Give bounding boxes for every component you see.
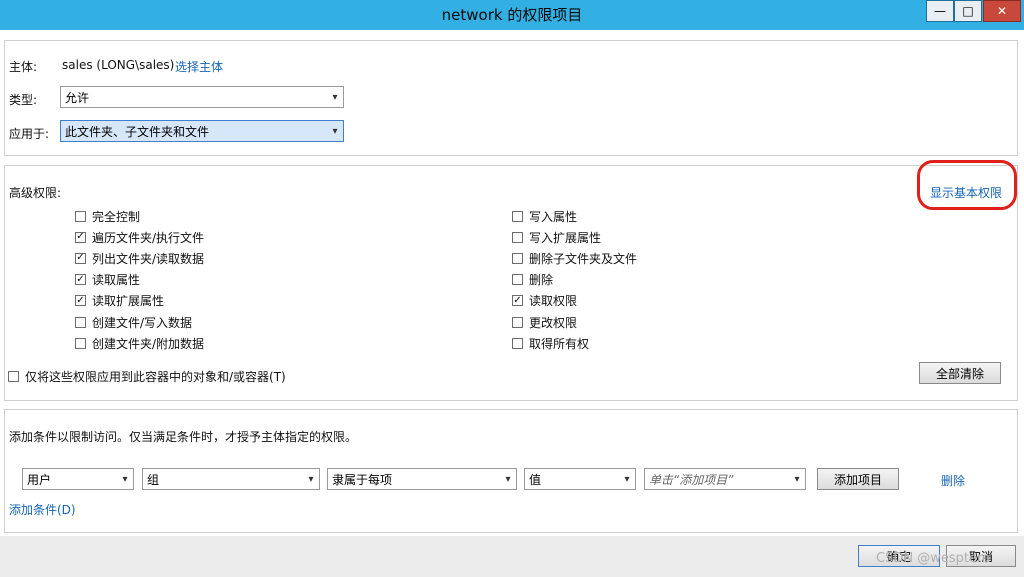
principal-label: 主体: — [9, 60, 38, 74]
permission-row[interactable]: ✓ 读取扩展属性 — [75, 292, 164, 310]
permission-row[interactable]: 删除 — [512, 271, 553, 289]
permission-checkbox[interactable] — [512, 316, 523, 328]
permission-checkbox[interactable] — [512, 252, 523, 264]
permission-checkbox[interactable] — [75, 316, 86, 328]
chevron-down-icon: ▾ — [624, 473, 630, 485]
permission-checkbox[interactable]: ✓ — [75, 274, 86, 286]
chevron-down-icon: ▾ — [122, 473, 128, 485]
permission-checkbox[interactable] — [512, 231, 523, 243]
applies-to-select-value: 此文件夹、子文件夹和文件 — [65, 124, 210, 139]
applies-to-label: 应用于: — [9, 127, 50, 141]
value-select-value: 值 — [529, 472, 542, 487]
permission-checkbox[interactable]: ✓ — [75, 252, 86, 264]
operator-select-value: 隶属于每项 — [332, 472, 393, 487]
window-title: network 的权限项目 — [441, 6, 583, 24]
permission-checkbox[interactable] — [75, 210, 86, 222]
delete-condition-link[interactable]: 删除 — [941, 472, 965, 489]
apply-only-label: 仅将这些权限应用到此容器中的对象和/或容器(T) — [25, 369, 286, 384]
permission-checkbox[interactable] — [512, 337, 523, 349]
applies-to-select[interactable]: 此文件夹、子文件夹和文件 ▾ — [60, 120, 344, 142]
close-button[interactable]: ✕ — [983, 0, 1021, 22]
permission-row[interactable]: 创建文件/写入数据 — [75, 313, 192, 331]
user-select[interactable]: 用户 ▾ — [22, 468, 134, 490]
permission-row[interactable]: ✓ 读取属性 — [75, 271, 140, 289]
item-select-placeholder: 单击“添加项目” — [649, 472, 734, 487]
permission-label: 写入扩展属性 — [529, 230, 602, 245]
add-item-button[interactable]: 添加项目 — [817, 468, 899, 490]
permission-label: 删除子文件夹及文件 — [529, 251, 638, 266]
advanced-permissions-label: 高级权限: — [9, 186, 62, 200]
permission-checkbox[interactable] — [512, 210, 523, 222]
apply-only-checkbox[interactable] — [8, 370, 19, 382]
group-select[interactable]: 组 ▾ — [142, 468, 320, 490]
type-select[interactable]: 允许 ▾ — [60, 86, 344, 108]
permission-row[interactable]: ✓ 遍历文件夹/执行文件 — [75, 228, 204, 246]
permission-label: 读取属性 — [92, 273, 141, 288]
permission-label: 遍历文件夹/执行文件 — [92, 230, 205, 245]
permission-checkbox[interactable] — [75, 337, 86, 349]
permission-row[interactable]: 删除子文件夹及文件 — [512, 249, 637, 267]
permission-label: 创建文件夹/附加数据 — [92, 336, 205, 351]
permission-checkbox[interactable]: ✓ — [512, 295, 523, 307]
operator-select[interactable]: 隶属于每项 ▾ — [327, 468, 517, 490]
permission-checkbox[interactable] — [512, 274, 523, 286]
maximize-button[interactable]: □ — [954, 0, 982, 22]
value-select[interactable]: 值 ▾ — [524, 468, 636, 490]
permission-label: 读取扩展属性 — [92, 294, 165, 309]
apply-only-checkbox-row[interactable]: 仅将这些权限应用到此容器中的对象和/或容器(T) — [8, 367, 286, 385]
highlight-circle — [917, 160, 1017, 210]
permission-label: 删除 — [529, 273, 554, 288]
permission-label: 列出文件夹/读取数据 — [92, 251, 205, 266]
select-principal-link[interactable]: 选择主体 — [175, 58, 223, 75]
permission-row[interactable]: 写入属性 — [512, 207, 577, 225]
minimize-button[interactable]: — — [926, 0, 954, 22]
chevron-down-icon: ▾ — [794, 473, 800, 485]
permission-row[interactable]: ✓ 列出文件夹/读取数据 — [75, 249, 204, 267]
conditions-description: 添加条件以限制访问。仅当满足条件时，才授予主体指定的权限。 — [9, 430, 358, 444]
type-label: 类型: — [9, 93, 38, 107]
permission-label: 完全控制 — [92, 209, 141, 224]
item-select[interactable]: 单击“添加项目” ▾ — [644, 468, 806, 490]
advanced-permissions-panel — [4, 165, 1018, 401]
add-condition-link[interactable]: 添加条件(D) — [9, 501, 76, 518]
principal-value: sales (LONG\sales) — [62, 58, 175, 72]
watermark: CSDN @wesptem — [876, 551, 990, 566]
permission-label: 取得所有权 — [529, 336, 590, 351]
type-select-value: 允许 — [65, 90, 90, 105]
permission-checkbox[interactable]: ✓ — [75, 295, 86, 307]
clear-all-button[interactable]: 全部清除 — [919, 362, 1001, 384]
permission-checkbox[interactable]: ✓ — [75, 231, 86, 243]
permission-label: 创建文件/写入数据 — [92, 315, 193, 330]
permission-row[interactable]: 更改权限 — [512, 313, 577, 331]
permission-row[interactable]: 写入扩展属性 — [512, 228, 601, 246]
chevron-down-icon: ▾ — [505, 473, 511, 485]
permission-row[interactable]: ✓ 读取权限 — [512, 292, 577, 310]
permission-row[interactable]: 创建文件夹/附加数据 — [75, 334, 204, 352]
permission-row[interactable]: 完全控制 — [75, 207, 140, 225]
permission-label: 写入属性 — [529, 209, 578, 224]
chevron-down-icon: ▾ — [332, 91, 338, 103]
chevron-down-icon: ▾ — [332, 125, 338, 137]
permission-row[interactable]: 取得所有权 — [512, 334, 589, 352]
permission-label: 更改权限 — [529, 315, 578, 330]
permission-label: 读取权限 — [529, 294, 578, 309]
user-select-value: 用户 — [27, 472, 52, 487]
group-select-value: 组 — [147, 472, 160, 487]
chevron-down-icon: ▾ — [308, 473, 314, 485]
